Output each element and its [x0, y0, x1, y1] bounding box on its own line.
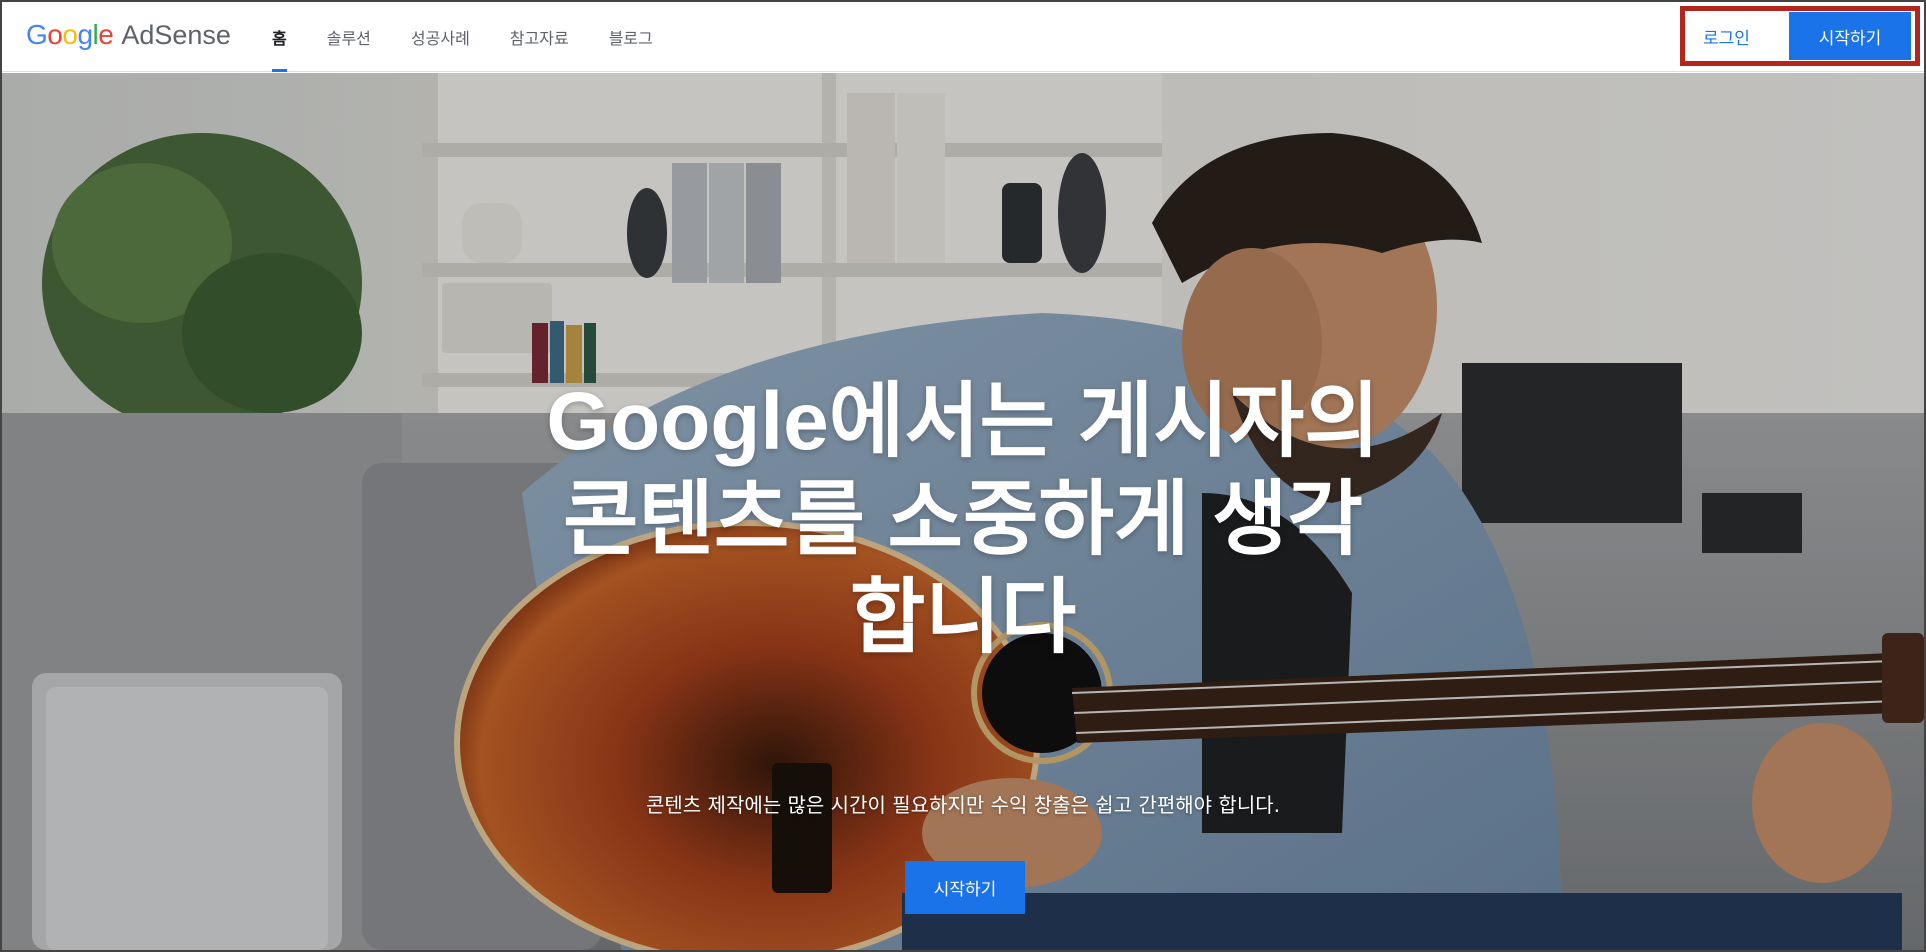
google-wordmark: Google: [26, 19, 114, 50]
nav-item-solutions[interactable]: 솔루션: [307, 2, 391, 72]
adsense-wordmark: AdSense: [121, 20, 231, 50]
hero-subtitle: 콘텐츠 제작에는 많은 시간이 필요하지만 수익 창출은 쉽고 간편해야 합니다…: [646, 793, 1280, 817]
main-nav: 홈 솔루션 성공사례 참고자료 블로그: [252, 2, 673, 72]
google-adsense-logo[interactable]: Google AdSense: [26, 19, 231, 51]
get-started-button-hero[interactable]: 시작하기: [905, 861, 1025, 914]
nav-item-success-stories[interactable]: 성공사례: [391, 2, 490, 72]
hero-section: Google에서는 게시자의 콘텐츠를 소중하게 생각 합니다 콘텐츠 제작에는…: [2, 73, 1924, 950]
nav-item-resources[interactable]: 참고자료: [490, 2, 589, 72]
browser-viewport: Google AdSense 홈 솔루션 성공사례 참고자료 블로그 로그인 시…: [0, 0, 1926, 952]
login-link[interactable]: 로그인: [1699, 18, 1754, 55]
hero-headline: Google에서는 게시자의 콘텐츠를 소중하게 생각 합니다: [463, 373, 1463, 667]
hero-headline-line-3: 합니다: [849, 572, 1077, 663]
get-started-button-header[interactable]: 시작하기: [1789, 12, 1911, 60]
nav-item-blog[interactable]: 블로그: [589, 2, 673, 72]
top-navigation-bar: Google AdSense 홈 솔루션 성공사례 참고자료 블로그 로그인 시…: [2, 2, 1924, 72]
hero-headline-line-1: Google에서는 게시자의: [546, 376, 1380, 467]
nav-item-home[interactable]: 홈: [252, 2, 307, 72]
auth-actions-highlight: 로그인 시작하기: [1680, 6, 1920, 66]
hero-headline-line-2: 콘텐츠를 소중하게 생각: [563, 474, 1363, 565]
